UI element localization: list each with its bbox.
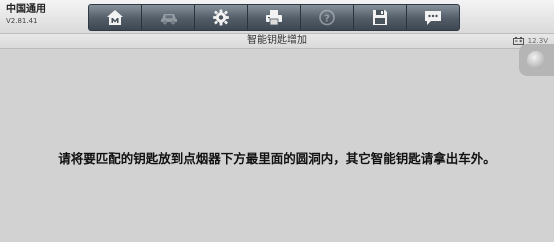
home-button[interactable]: [89, 5, 142, 30]
help-icon: ?: [319, 9, 335, 26]
top-toolbar: 中国通用 V2.81.41 ?: [0, 0, 554, 34]
print-button[interactable]: [248, 5, 301, 30]
help-button[interactable]: ?: [301, 5, 354, 30]
car-icon: [161, 14, 177, 25]
brand-title: 中国通用: [6, 4, 46, 15]
app-window: 中国通用 V2.81.41 ? 智能钥匙增加 12.3V 请将要匹配的钥匙放到点…: [0, 0, 554, 242]
printer-icon: [266, 10, 282, 26]
vehicle-button[interactable]: [142, 5, 195, 30]
svg-text:?: ?: [324, 14, 330, 25]
save-icon: [373, 10, 387, 25]
page-title: 智能钥匙增加: [247, 35, 307, 46]
message-icon: [425, 11, 441, 25]
instruction-message: 请将要匹配的钥匙放到点烟器下方最里面的圆洞内，其它智能钥匙请拿出车外。: [58, 151, 496, 166]
brand: 中国通用 V2.81.41: [6, 4, 46, 27]
save-button[interactable]: [354, 5, 407, 30]
message-button[interactable]: [407, 5, 459, 30]
main-content: 请将要匹配的钥匙放到点烟器下方最里面的圆洞内，其它智能钥匙请拿出车外。: [0, 49, 554, 242]
settings-button[interactable]: [195, 5, 248, 30]
home-icon: [107, 10, 123, 25]
sub-header: 智能钥匙增加 12.3V: [0, 34, 554, 49]
gear-icon: [213, 9, 229, 26]
toolbar-button-group: ?: [88, 4, 460, 31]
version-label: V2.81.41: [6, 17, 38, 25]
